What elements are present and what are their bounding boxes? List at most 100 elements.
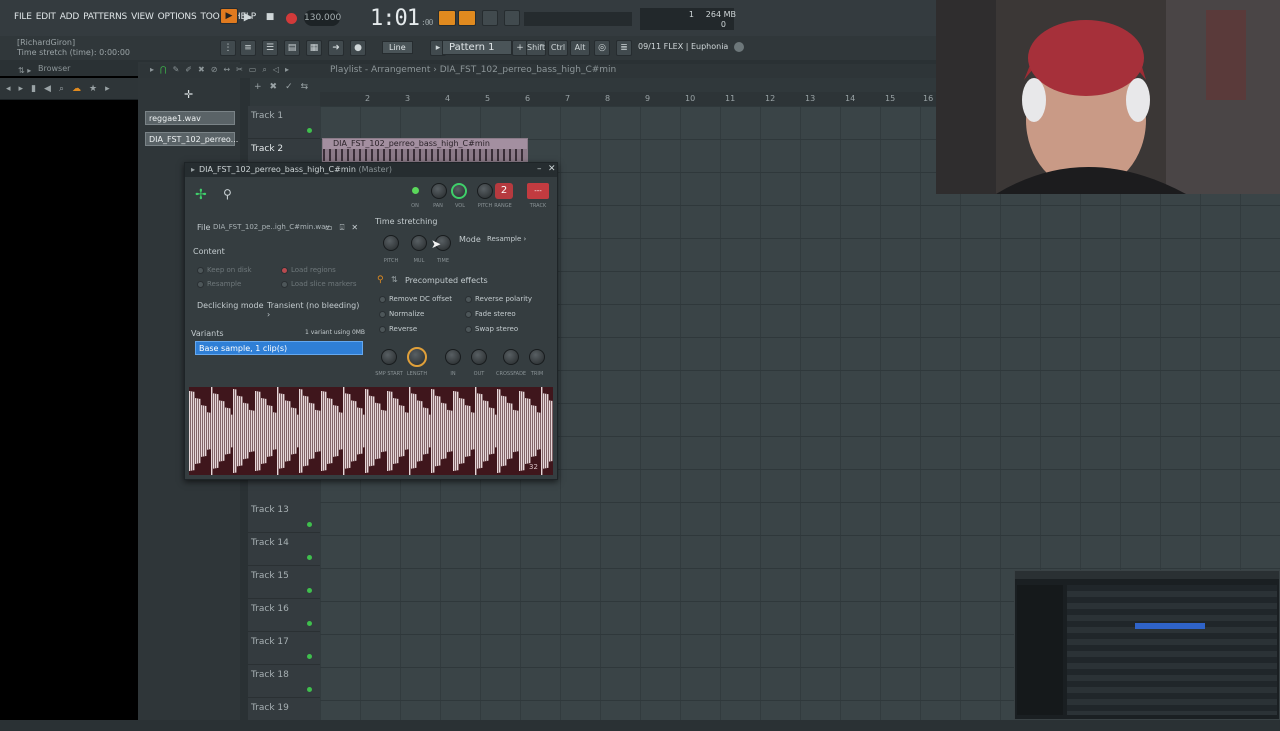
search-icon[interactable]: ⌕: [59, 84, 64, 94]
alt-key[interactable]: Alt: [570, 40, 590, 56]
menu-patterns[interactable]: PATTERNS: [83, 12, 127, 22]
smp-start-knob[interactable]: [381, 349, 397, 365]
speaker-icon[interactable]: ◀: [44, 84, 51, 94]
draw-icon[interactable]: ✎: [173, 65, 180, 75]
plugin-news[interactable]: 09/11 FLEX | Euphonia: [638, 42, 728, 51]
metronome-icon[interactable]: [438, 10, 456, 26]
menu-file[interactable]: FILE: [14, 12, 32, 22]
timeline-ruler[interactable]: 2 3 4 5 6 7 8 9 10 11 12 13 14 15 16: [320, 92, 936, 106]
keep-on-disk-radio[interactable]: [197, 267, 204, 274]
track-led[interactable]: [307, 687, 312, 692]
track-header[interactable]: Track 18: [248, 665, 320, 698]
piano-roll-icon[interactable]: ▤: [284, 40, 300, 56]
fade-stereo-radio[interactable]: [465, 311, 472, 318]
play-button[interactable]: ▶: [240, 10, 256, 26]
file-icon[interactable]: ▮: [31, 84, 36, 94]
track-header[interactable]: Track 16: [248, 599, 320, 632]
arrow-icon[interactable]: ▸: [150, 65, 154, 75]
load-slice-markers-radio[interactable]: [281, 281, 288, 288]
wait-input-icon[interactable]: [458, 10, 476, 26]
track-led[interactable]: [307, 654, 312, 659]
slice-icon[interactable]: ✂: [236, 65, 243, 75]
playback-icon[interactable]: ◁: [273, 65, 279, 75]
effects-arrow-icon[interactable]: ⇅: [391, 275, 398, 284]
length-knob[interactable]: [407, 347, 427, 367]
star-icon[interactable]: ★: [89, 84, 97, 94]
mixer-icon[interactable]: ≡: [240, 40, 256, 56]
load-regions-radio[interactable]: [281, 267, 288, 274]
check-icon[interactable]: ✓: [285, 82, 293, 92]
file-name[interactable]: DIA_FST_102_pe..igh_C#min.wav: [213, 223, 330, 231]
arrows-icon[interactable]: ⇆: [301, 82, 309, 92]
menu-edit[interactable]: EDIT: [36, 12, 56, 22]
track-led[interactable]: [307, 621, 312, 626]
paint-icon[interactable]: ✐: [185, 65, 192, 75]
menu-add[interactable]: ADD: [60, 12, 80, 22]
mixer-track-value[interactable]: ---: [527, 183, 549, 199]
record-button[interactable]: [286, 13, 297, 24]
snap-select[interactable]: Line: [382, 41, 413, 54]
playlist-prev-icon[interactable]: ▸: [285, 65, 289, 75]
pin-icon[interactable]: ⍗: [340, 223, 345, 233]
track-header[interactable]: Track 13: [248, 500, 320, 533]
collapse-icon[interactable]: ◂: [6, 84, 11, 94]
select-icon[interactable]: ▭: [249, 65, 257, 75]
scroll-icon[interactable]: [504, 10, 520, 26]
variant-item[interactable]: Base sample, 1 clip(s): [195, 341, 363, 355]
track-header[interactable]: Track 15: [248, 566, 320, 599]
news-icon[interactable]: ≣: [616, 40, 632, 56]
magnet-icon[interactable]: ⋂: [160, 65, 167, 75]
audio-clip[interactable]: DIA_FST_102_perreo_bass_high_C#min: [322, 138, 528, 162]
globe-icon[interactable]: [734, 42, 744, 52]
clear-icon[interactable]: ✕: [351, 223, 358, 233]
tempo-display[interactable]: 130.000: [304, 10, 341, 26]
menu-view[interactable]: VIEW: [131, 12, 154, 22]
track-header[interactable]: Track 14: [248, 533, 320, 566]
browser-arrow-icon[interactable]: ⇅ ▸: [18, 66, 31, 75]
online-icon[interactable]: ◎: [594, 40, 610, 56]
close-icon[interactable]: ✕: [548, 164, 556, 174]
expand-icon[interactable]: ▸: [19, 84, 24, 94]
playlist-icon[interactable]: ▦: [306, 40, 322, 56]
effects-wrench-icon[interactable]: ⚲: [377, 275, 384, 285]
shift-key[interactable]: Shift: [526, 40, 546, 56]
ts-pitch-knob[interactable]: [383, 235, 399, 251]
declick-select[interactable]: Transient (no bleeding) ›: [267, 301, 361, 319]
channel-on-led[interactable]: [412, 187, 419, 194]
add-icon[interactable]: +: [254, 82, 262, 92]
clip-item[interactable]: DIA_FST_102_perreo...: [145, 132, 238, 146]
menu-options[interactable]: OPTIONS: [158, 12, 197, 22]
pitch-knob[interactable]: [477, 183, 493, 199]
slip-icon[interactable]: ↔: [223, 65, 230, 75]
mic-icon[interactable]: ●: [350, 40, 366, 56]
audio-clip-tab-icon[interactable]: ✢: [195, 187, 207, 203]
mode-select[interactable]: Resample ›: [487, 235, 549, 243]
more-icon[interactable]: ▸: [105, 84, 110, 94]
add-track-icon[interactable]: ✛: [184, 88, 193, 101]
swap-stereo-radio[interactable]: [465, 326, 472, 333]
reverse-polarity-radio[interactable]: [465, 296, 472, 303]
crossfade-knob[interactable]: [503, 349, 519, 365]
range-value[interactable]: 2: [495, 183, 513, 199]
track-header[interactable]: Track 1: [248, 106, 320, 139]
track-header[interactable]: Track 17: [248, 632, 320, 665]
snap-icon[interactable]: ⋮: [220, 40, 236, 56]
sample-waveform[interactable]: [189, 387, 553, 475]
step-icon[interactable]: ➜: [328, 40, 344, 56]
wrench-icon[interactable]: ⚲: [223, 187, 232, 201]
menu-arrow-icon[interactable]: ▸: [191, 165, 195, 174]
remove-dc-radio[interactable]: [379, 296, 386, 303]
minimize-icon[interactable]: –: [537, 164, 542, 174]
ts-mul-knob[interactable]: [411, 235, 427, 251]
trim-knob[interactable]: [529, 349, 545, 365]
pat-song-toggle[interactable]: ▶: [220, 8, 238, 24]
track-header[interactable]: Track 19: [248, 698, 320, 731]
track-led[interactable]: [307, 555, 312, 560]
channel-rack-icon[interactable]: ☰: [262, 40, 278, 56]
zoom-icon[interactable]: ⌕: [262, 65, 266, 75]
stop-button[interactable]: ■: [262, 10, 278, 26]
reverse-radio[interactable]: [379, 326, 386, 333]
out-knob[interactable]: [471, 349, 487, 365]
normalize-radio[interactable]: [379, 311, 386, 318]
in-knob[interactable]: [445, 349, 461, 365]
